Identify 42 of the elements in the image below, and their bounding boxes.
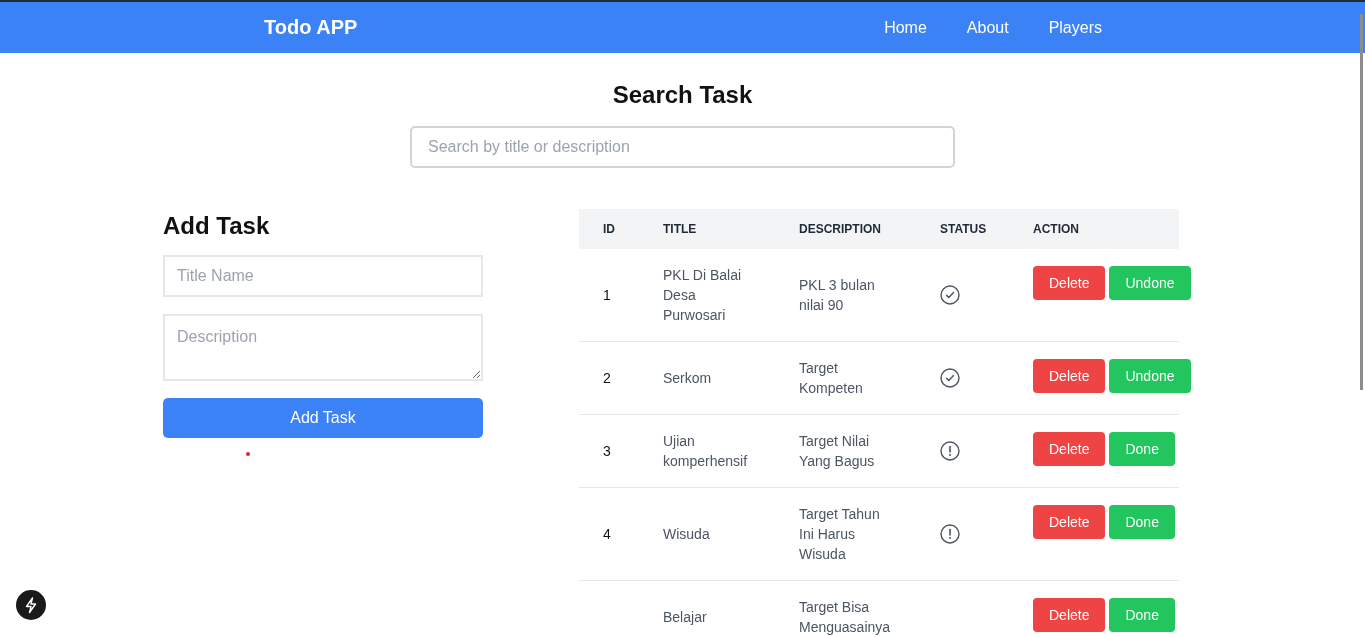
table-cell: Target Kompeten xyxy=(775,341,916,415)
table-cell: 2 xyxy=(579,341,639,415)
delete-button[interactable]: Delete xyxy=(1033,598,1106,632)
table-cell: Target Bisa Menguasainya xyxy=(775,580,916,637)
dot-mark xyxy=(246,452,250,456)
table-cell: PKL Di Balai Desa Purwosari xyxy=(639,249,775,342)
table-cell: 3 xyxy=(579,414,639,488)
nav-link[interactable]: About xyxy=(966,18,1009,37)
scrollbar[interactable] xyxy=(1360,14,1363,390)
search-field[interactable]: Search by title or description xyxy=(410,126,955,168)
table-cell: Belajar xyxy=(639,580,775,637)
delete-button[interactable]: Delete xyxy=(1033,266,1106,300)
status-toggle-button[interactable]: Undone xyxy=(1109,359,1191,393)
add-task-button[interactable]: Add Task xyxy=(163,398,483,438)
status-toggle-button[interactable]: Done xyxy=(1109,432,1175,466)
table-cell: 1 xyxy=(579,249,639,342)
column-header: DESCRIPTION xyxy=(775,209,916,249)
nav-link[interactable]: Home xyxy=(884,18,927,37)
app-title: Todo APP xyxy=(264,16,358,39)
column-header: STATUS xyxy=(916,209,1009,249)
column-header: ACTION xyxy=(1009,209,1179,249)
table-cell: Target Tahun Ini Harus Wisuda xyxy=(775,487,916,581)
table-cell: 4 xyxy=(579,487,639,581)
column-header: TITLE xyxy=(639,209,775,249)
lightning-badge-icon[interactable] xyxy=(16,590,46,620)
table-cell: PKL 3 bulan nilai 90 xyxy=(775,249,916,342)
delete-button[interactable]: Delete xyxy=(1033,359,1106,393)
status-toggle-button[interactable]: Done xyxy=(1109,505,1175,539)
table-cell: Serkom xyxy=(639,341,775,415)
table-cell: Target Nilai Yang Bagus xyxy=(775,414,916,488)
status-toggle-button[interactable]: Done xyxy=(1109,598,1175,632)
section-heading: Add Task xyxy=(163,215,271,237)
delete-button[interactable]: Delete xyxy=(1033,505,1106,539)
title-input-field[interactable]: Title Name xyxy=(163,255,483,297)
section-heading: Search Task xyxy=(612,82,753,108)
nav-link[interactable]: Players xyxy=(1048,18,1102,37)
column-header: ID xyxy=(579,209,639,249)
table-cell: Wisuda xyxy=(639,487,775,581)
status-toggle-button[interactable]: Undone xyxy=(1109,266,1191,300)
table-cell: Ujian komperhensif xyxy=(639,414,775,488)
delete-button[interactable]: Delete xyxy=(1033,432,1106,466)
description-input-field[interactable]: Description xyxy=(163,314,483,381)
